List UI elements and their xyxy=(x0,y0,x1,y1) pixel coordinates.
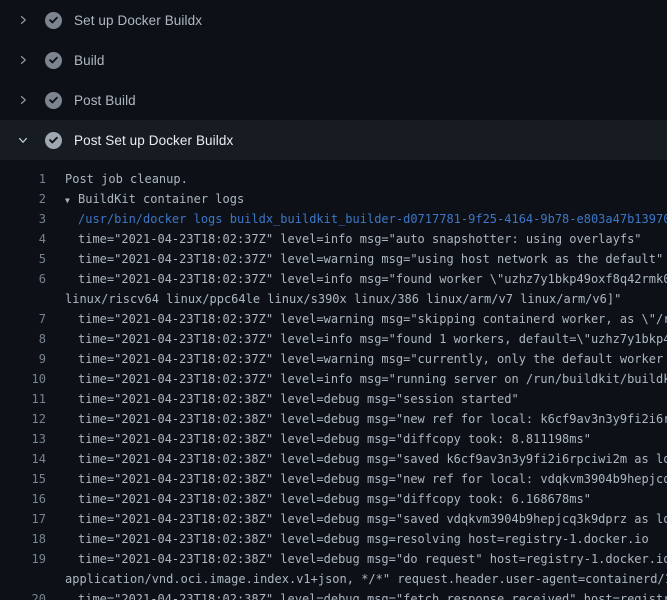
log-line: 10 time="2021-04-23T18:02:37Z" level=inf… xyxy=(0,369,667,389)
check-circle-icon xyxy=(45,52,62,69)
log-line-text: time="2021-04-23T18:02:37Z" level=info m… xyxy=(78,269,667,289)
log-line-number[interactable]: 1 xyxy=(0,169,46,189)
actions-log-panel: Set up Docker Buildx Build Post Build Po… xyxy=(0,0,667,600)
step-label: Post Set up Docker Buildx xyxy=(74,133,233,148)
log-line-number[interactable]: 18 xyxy=(0,529,46,549)
log-line-number[interactable]: 19 xyxy=(0,549,46,569)
log-line-number[interactable]: 8 xyxy=(0,329,46,349)
log-line: 8 time="2021-04-23T18:02:37Z" level=info… xyxy=(0,329,667,349)
step-header-set-up-docker-buildx[interactable]: Set up Docker Buildx xyxy=(0,0,667,40)
chevron-right-icon xyxy=(15,52,31,68)
log-line-number[interactable]: 13 xyxy=(0,429,46,449)
check-circle-icon xyxy=(45,12,62,29)
log-line-wrap: application/vnd.oci.image.index.v1+json,… xyxy=(0,569,667,589)
step-header-build[interactable]: Build xyxy=(0,40,667,80)
log-line-text: time="2021-04-23T18:02:37Z" level=warnin… xyxy=(78,349,667,369)
log-command-link[interactable]: /usr/bin/docker logs buildx_buildkit_bui… xyxy=(78,209,667,229)
log-line: 19 time="2021-04-23T18:02:38Z" level=deb… xyxy=(0,549,667,569)
log-line-number[interactable]: 10 xyxy=(0,369,46,389)
log-line: 14 time="2021-04-23T18:02:38Z" level=deb… xyxy=(0,449,667,469)
chevron-down-icon xyxy=(15,132,31,148)
log-line-text: Post job cleanup. xyxy=(65,169,188,189)
log-line-text: application/vnd.oci.image.index.v1+json,… xyxy=(65,569,667,589)
log-line-text: time="2021-04-23T18:02:38Z" level=debug … xyxy=(78,489,591,509)
log-line-number[interactable]: 9 xyxy=(0,349,46,369)
log-line: 17 time="2021-04-23T18:02:38Z" level=deb… xyxy=(0,509,667,529)
log-line-number[interactable]: 16 xyxy=(0,489,46,509)
log-line-text: time="2021-04-23T18:02:37Z" level=info m… xyxy=(78,329,667,349)
log-line-number[interactable]: 7 xyxy=(0,309,46,329)
step-label: Set up Docker Buildx xyxy=(74,13,202,28)
log-line-text: time="2021-04-23T18:02:38Z" level=debug … xyxy=(78,529,649,549)
log-line: 5 time="2021-04-23T18:02:37Z" level=warn… xyxy=(0,249,667,269)
log-line-number[interactable]: 12 xyxy=(0,409,46,429)
log-viewer: 1 Post job cleanup. 2 ▼ BuildKit contain… xyxy=(0,160,667,600)
log-line-text: time="2021-04-23T18:02:37Z" level=warnin… xyxy=(78,309,667,329)
log-line-number[interactable]: 17 xyxy=(0,509,46,529)
log-line: 4 time="2021-04-23T18:02:37Z" level=info… xyxy=(0,229,667,249)
log-line-text: time="2021-04-23T18:02:38Z" level=debug … xyxy=(78,469,667,489)
step-label: Post Build xyxy=(74,93,136,108)
step-header-post-build[interactable]: Post Build xyxy=(0,80,667,120)
log-line-text: time="2021-04-23T18:02:38Z" level=debug … xyxy=(78,389,519,409)
log-line: 12 time="2021-04-23T18:02:38Z" level=deb… xyxy=(0,409,667,429)
log-group-toggle[interactable]: 2 ▼ BuildKit container logs xyxy=(0,189,667,209)
check-circle-icon xyxy=(45,92,62,109)
log-line: 13 time="2021-04-23T18:02:38Z" level=deb… xyxy=(0,429,667,449)
log-line-wrap: linux/riscv64 linux/ppc64le linux/s390x … xyxy=(0,289,667,309)
log-line-number[interactable]: 20 xyxy=(0,589,46,600)
log-line-text: linux/riscv64 linux/ppc64le linux/s390x … xyxy=(65,289,621,309)
log-line-number[interactable]: 14 xyxy=(0,449,46,469)
log-line-text: time="2021-04-23T18:02:37Z" level=info m… xyxy=(78,229,642,249)
log-line-text: time="2021-04-23T18:02:37Z" level=info m… xyxy=(78,369,667,389)
chevron-right-icon xyxy=(15,92,31,108)
log-line-number[interactable]: 15 xyxy=(0,469,46,489)
step-header-post-set-up-docker-buildx[interactable]: Post Set up Docker Buildx xyxy=(0,120,667,160)
chevron-right-icon xyxy=(15,12,31,28)
log-line: 15 time="2021-04-23T18:02:38Z" level=deb… xyxy=(0,469,667,489)
step-label: Build xyxy=(74,53,105,68)
log-line-text: time="2021-04-23T18:02:38Z" level=debug … xyxy=(78,429,591,449)
log-group-label[interactable]: BuildKit container logs xyxy=(78,189,244,209)
log-line: 20 time="2021-04-23T18:02:38Z" level=deb… xyxy=(0,589,667,600)
log-line-number[interactable]: 4 xyxy=(0,229,46,249)
log-line-number[interactable]: 3 xyxy=(0,209,46,229)
log-line-text: time="2021-04-23T18:02:38Z" level=debug … xyxy=(78,549,667,569)
log-line-text: time="2021-04-23T18:02:38Z" level=debug … xyxy=(78,449,667,469)
log-line-number[interactable]: 5 xyxy=(0,249,46,269)
log-line: 7 time="2021-04-23T18:02:37Z" level=warn… xyxy=(0,309,667,329)
log-line: 11 time="2021-04-23T18:02:38Z" level=deb… xyxy=(0,389,667,409)
log-line: 1 Post job cleanup. xyxy=(0,169,667,189)
log-line-text: time="2021-04-23T18:02:38Z" level=debug … xyxy=(78,409,667,429)
log-line-number[interactable]: 2 xyxy=(0,189,46,209)
check-circle-icon xyxy=(45,132,62,149)
log-line: 9 time="2021-04-23T18:02:37Z" level=warn… xyxy=(0,349,667,369)
log-line-number[interactable]: 6 xyxy=(0,269,46,289)
group-collapse-triangle-icon[interactable]: ▼ xyxy=(65,191,78,211)
log-line: 3 /usr/bin/docker logs buildx_buildkit_b… xyxy=(0,209,667,229)
log-line-number[interactable]: 11 xyxy=(0,389,46,409)
log-line: 18 time="2021-04-23T18:02:38Z" level=deb… xyxy=(0,529,667,549)
log-line-text: time="2021-04-23T18:02:38Z" level=debug … xyxy=(78,509,667,529)
log-line-text: time="2021-04-23T18:02:38Z" level=debug … xyxy=(78,589,667,600)
log-line: 6 time="2021-04-23T18:02:37Z" level=info… xyxy=(0,269,667,289)
log-line: 16 time="2021-04-23T18:02:38Z" level=deb… xyxy=(0,489,667,509)
log-line-text: time="2021-04-23T18:02:37Z" level=warnin… xyxy=(78,249,663,269)
